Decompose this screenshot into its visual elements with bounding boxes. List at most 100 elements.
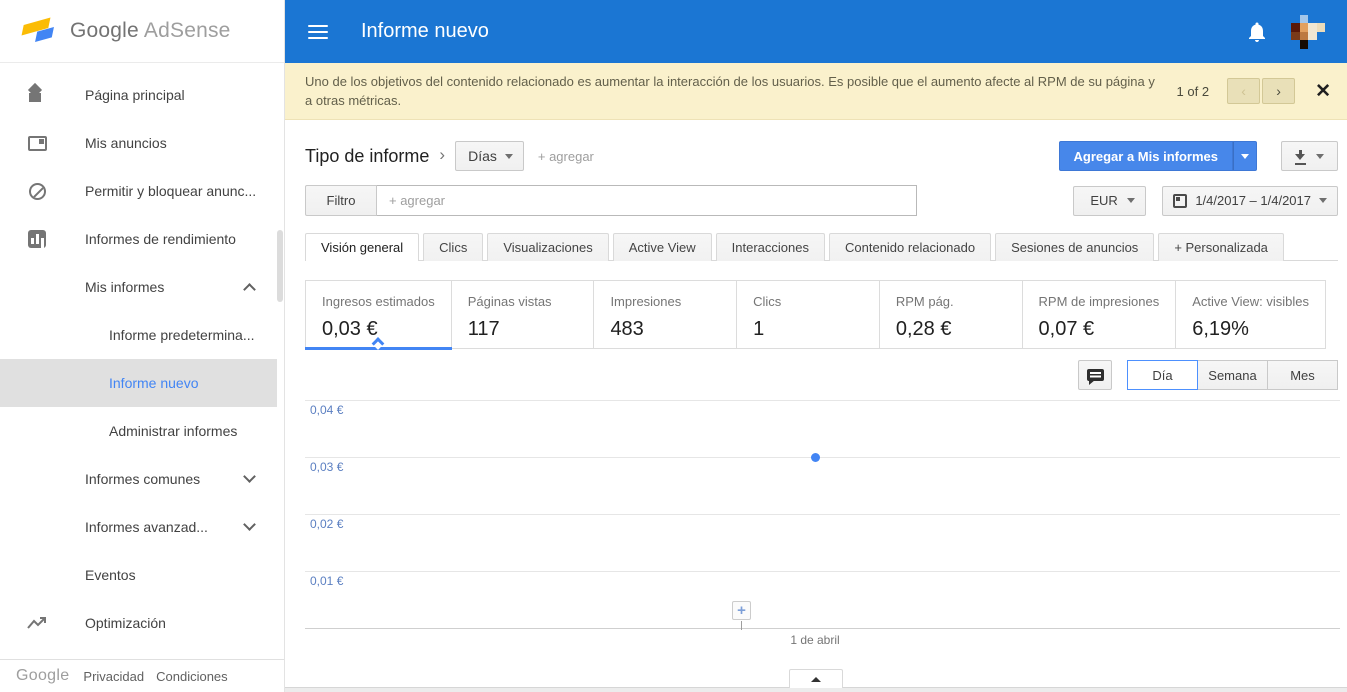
metric-cards: Ingresos estimados 0,03 € Páginas vistas… xyxy=(305,280,1326,350)
adsense-logo-icon xyxy=(21,16,60,46)
granularity-dia-button[interactable]: Día xyxy=(1127,360,1198,390)
metric-card-rpm-pagina[interactable]: RPM pág. 0,28 € xyxy=(880,281,1023,348)
adsense-logo[interactable]: Google AdSense xyxy=(0,0,284,63)
tab-contenido-relacionado[interactable]: Contenido relacionado xyxy=(829,233,992,261)
bar-chart-icon xyxy=(25,227,49,251)
add-annotation-button[interactable]: + xyxy=(732,601,751,620)
banner-message: Uno de los objetivos del contenido relac… xyxy=(305,74,1155,108)
trend-icon xyxy=(25,611,49,635)
page-title: Informe nuevo xyxy=(361,20,489,42)
granularity-mes-button[interactable]: Mes xyxy=(1267,360,1338,390)
download-icon xyxy=(1295,150,1307,165)
app-bar: Informe nuevo xyxy=(285,0,1347,63)
comment-icon xyxy=(1086,369,1104,385)
y-axis-tick: 0,04 € xyxy=(310,403,344,417)
sidebar-item-mis-anuncios[interactable]: Mis anuncios xyxy=(0,119,284,167)
notification-banner: Uno de los objetivos del contenido relac… xyxy=(285,63,1347,120)
sidebar-footer: Google Privacidad Condiciones xyxy=(0,659,284,692)
avatar[interactable] xyxy=(1291,14,1325,49)
sidebar-item-optimizacion[interactable]: Optimización xyxy=(0,599,284,647)
calendar-icon xyxy=(1173,193,1188,208)
sidebar-item-eventos[interactable]: Eventos xyxy=(0,551,284,599)
sidebar-item-informes-comunes[interactable]: Informes comunes xyxy=(0,455,284,503)
sidebar-item-informe-predeterminado[interactable]: Informe predetermina... xyxy=(0,311,284,359)
metric-card-paginas-vistas[interactable]: Páginas vistas 117 xyxy=(452,281,595,348)
chart-toolbar: Día Semana Mes xyxy=(305,360,1338,390)
sidebar-item-informe-nuevo[interactable]: Informe nuevo xyxy=(0,359,277,407)
chevron-down-icon xyxy=(243,470,256,483)
chevron-down-icon xyxy=(1316,153,1324,159)
ads-icon xyxy=(25,131,49,155)
x-axis-label: 1 de abril xyxy=(790,633,840,647)
tab-sesiones-anuncios[interactable]: Sesiones de anuncios xyxy=(995,233,1155,261)
banner-next-button[interactable]: › xyxy=(1262,78,1296,104)
y-axis-tick: 0,02 € xyxy=(310,517,344,531)
chevron-down-icon xyxy=(1319,198,1327,203)
gridline xyxy=(305,514,1340,515)
chevron-down-icon xyxy=(243,518,256,531)
granularity-semana-button[interactable]: Semana xyxy=(1197,360,1268,390)
metric-card-ingresos-estimados[interactable]: Ingresos estimados 0,03 € xyxy=(305,281,452,350)
metric-card-rpm-impresiones[interactable]: RPM de impresiones 0,07 € xyxy=(1023,281,1177,348)
sidebar-item-mis-informes[interactable]: Mis informes xyxy=(0,263,284,311)
dimension-dropdown[interactable]: Días xyxy=(455,141,524,171)
data-point-ingresos[interactable] xyxy=(811,453,820,462)
granularity-button-group: Día Semana Mes xyxy=(1127,360,1338,390)
annotation-tick xyxy=(741,621,742,630)
logo-google-text: Google xyxy=(70,19,139,42)
close-icon[interactable]: ✕ xyxy=(1315,80,1331,103)
annotations-button[interactable] xyxy=(1078,360,1112,390)
sidebar-item-informes-rendimiento[interactable]: Informes de rendimiento xyxy=(0,215,284,263)
terms-link[interactable]: Condiciones xyxy=(156,669,228,684)
metric-card-impresiones[interactable]: Impresiones 483 xyxy=(594,281,738,348)
banner-prev-button[interactable]: ‹ xyxy=(1227,78,1261,104)
report-tabs: Visión general Clics Visualizaciones Act… xyxy=(305,233,1338,262)
chevron-up-icon xyxy=(243,283,256,296)
filter-row: Filtro EUR 1/4/2017 – 1/4/2017 xyxy=(305,185,1338,216)
add-to-my-reports-button[interactable]: Agregar a Mis informes xyxy=(1058,141,1233,171)
breadcrumb: Tipo de informe xyxy=(305,145,430,166)
export-button[interactable] xyxy=(1281,141,1338,171)
chevron-down-icon xyxy=(1127,198,1136,203)
google-brand: Google xyxy=(16,667,70,684)
tab-personalizada[interactable]: + Personalizada xyxy=(1158,233,1284,261)
tab-interacciones[interactable]: Interacciones xyxy=(715,233,825,261)
gridline xyxy=(305,400,1340,401)
tab-vision-general[interactable]: Visión general xyxy=(305,233,420,262)
y-axis-tick: 0,03 € xyxy=(310,460,344,474)
currency-dropdown[interactable]: EUR xyxy=(1073,185,1147,216)
sidebar: Google AdSense Página principal Mis anunc… xyxy=(0,0,285,692)
filter-input[interactable] xyxy=(377,185,917,216)
notifications-bell-icon[interactable] xyxy=(1245,20,1269,44)
menu-icon[interactable] xyxy=(308,21,328,43)
sidebar-nav: Página principal Mis anuncios Permitir y… xyxy=(0,71,284,647)
tab-active-view[interactable]: Active View xyxy=(612,233,712,261)
earnings-chart: 0,04 € 0,03 € 0,02 € 0,01 € + 1 de abril xyxy=(285,395,1347,647)
gridline xyxy=(305,457,1340,458)
home-icon xyxy=(25,83,49,107)
chevron-down-icon xyxy=(1241,153,1249,159)
add-to-my-reports-dropdown[interactable] xyxy=(1233,141,1257,171)
gridline xyxy=(305,571,1340,572)
sidebar-item-permitir-bloquear[interactable]: Permitir y bloquear anunc... xyxy=(0,167,284,215)
tab-clics[interactable]: Clics xyxy=(423,233,484,261)
add-dimension-button[interactable]: + agregar xyxy=(538,149,594,164)
sidebar-item-informes-avanzados[interactable]: Informes avanzad... xyxy=(0,503,284,551)
x-axis-line xyxy=(305,628,1340,629)
sidebar-item-pagina-principal[interactable]: Página principal xyxy=(0,71,284,119)
chevron-down-icon xyxy=(504,153,513,159)
sidebar-scrollbar[interactable] xyxy=(277,230,283,302)
filter-label: Filtro xyxy=(305,185,377,216)
sidebar-item-administrar-informes[interactable]: Administrar informes xyxy=(0,407,284,455)
date-range-picker[interactable]: 1/4/2017 – 1/4/2017 xyxy=(1162,185,1338,216)
collapse-panel-button[interactable] xyxy=(789,669,843,688)
metric-card-active-view-visibles[interactable]: Active View: visibles 6,19% xyxy=(1176,281,1325,348)
privacy-link[interactable]: Privacidad xyxy=(83,669,144,684)
logo-adsense-text: AdSense xyxy=(143,19,231,42)
adsense-app: Google AdSense Página principal Mis anunc… xyxy=(0,0,1347,692)
main-area: Informe nuevo Uno de los objetivos del c… xyxy=(285,0,1347,692)
report-header-row: Tipo de informe › Días + agregar Agregar… xyxy=(305,139,1338,173)
arrow-up-icon xyxy=(811,676,821,682)
tab-visualizaciones[interactable]: Visualizaciones xyxy=(487,233,609,261)
metric-card-clics[interactable]: Clics 1 xyxy=(737,281,880,348)
